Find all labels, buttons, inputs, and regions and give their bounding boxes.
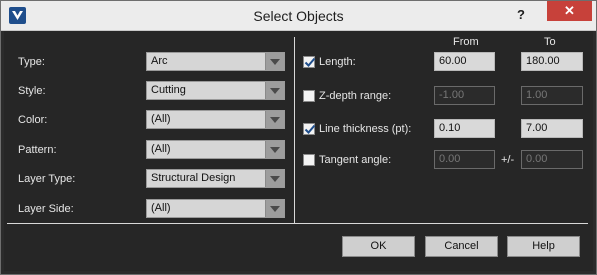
length-from-input[interactable]: 60.00 [434, 52, 495, 71]
close-button[interactable]: ✕ [547, 1, 592, 21]
line-thickness-label: Line thickness (pt): [319, 123, 412, 135]
title-bar: Select Objects ? ✕ [1, 1, 596, 31]
type-label: Type: [18, 56, 45, 68]
style-value: Cutting [151, 84, 186, 96]
layer-side-dropdown[interactable]: (All) [146, 199, 285, 218]
type-dropdown[interactable]: Arc [146, 52, 285, 71]
cancel-button[interactable]: Cancel [425, 236, 498, 257]
layer-type-value: Structural Design [151, 172, 236, 184]
color-dropdown[interactable]: (All) [146, 110, 285, 129]
line-thickness-to-input[interactable]: 7.00 [521, 119, 583, 138]
z-depth-from-input[interactable]: -1.00 [434, 86, 495, 105]
button-divider [7, 223, 588, 224]
pattern-label: Pattern: [18, 144, 57, 156]
dialog-title: Select Objects [253, 8, 344, 24]
z-depth-checkbox[interactable] [303, 90, 315, 102]
ok-button[interactable]: OK [342, 236, 415, 257]
chevron-down-icon [265, 82, 284, 99]
to-column-header: To [544, 36, 556, 48]
z-depth-to-input[interactable]: 1.00 [521, 86, 583, 105]
chevron-down-icon [265, 170, 284, 187]
length-label: Length: [319, 56, 356, 68]
color-value: (All) [151, 113, 171, 125]
plus-minus-label: +/- [501, 154, 515, 166]
from-column-header: From [453, 36, 479, 48]
checkmark-icon [304, 57, 316, 67]
help-button[interactable]: Help [507, 236, 580, 257]
select-objects-dialog: Select Objects ? ✕ Type: Arc Style: Cutt… [0, 0, 597, 275]
tangent-angle-from-input[interactable]: 0.00 [434, 150, 495, 169]
column-divider [294, 37, 295, 223]
style-dropdown[interactable]: Cutting [146, 81, 285, 100]
line-thickness-checkbox[interactable] [303, 123, 316, 135]
type-value: Arc [151, 55, 168, 67]
length-checkbox[interactable] [303, 56, 316, 68]
context-help-button[interactable]: ? [511, 3, 531, 27]
length-to-input[interactable]: 180.00 [521, 52, 583, 71]
dialog-body: Type: Arc Style: Cutting Color: (All) Pa… [4, 31, 593, 271]
tangent-angle-checkbox[interactable] [303, 154, 315, 166]
chevron-down-icon [265, 141, 284, 158]
color-label: Color: [18, 114, 48, 126]
z-depth-label: Z-depth range: [319, 90, 392, 102]
style-label: Style: [18, 85, 46, 97]
pattern-value: (All) [151, 143, 171, 155]
pattern-dropdown[interactable]: (All) [146, 140, 285, 159]
layer-type-label: Layer Type: [18, 173, 76, 185]
chevron-down-icon [265, 111, 284, 128]
chevron-down-icon [265, 200, 284, 217]
layer-side-label: Layer Side: [18, 203, 74, 215]
checkmark-icon [304, 124, 316, 134]
chevron-down-icon [265, 53, 284, 70]
line-thickness-from-input[interactable]: 0.10 [434, 119, 495, 138]
tangent-angle-to-input[interactable]: 0.00 [521, 150, 583, 169]
layer-type-dropdown[interactable]: Structural Design [146, 169, 285, 188]
layer-side-value: (All) [151, 202, 171, 214]
tangent-angle-label: Tangent angle: [319, 154, 392, 166]
